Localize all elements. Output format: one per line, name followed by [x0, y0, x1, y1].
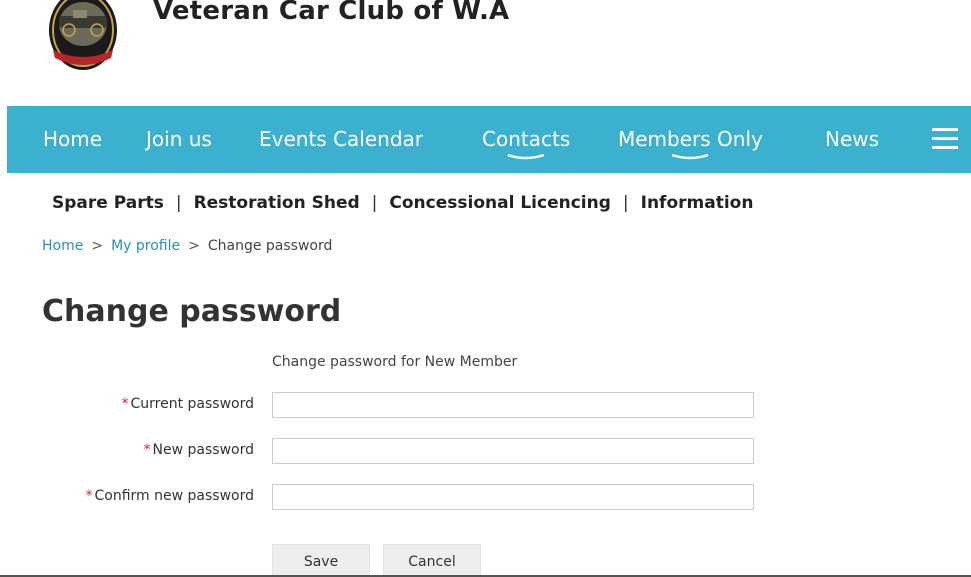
- secondary-navigation: Spare Parts | Restoration Shed | Concessiona…: [52, 193, 753, 213]
- site-title: Veteran Car Club of W.A: [153, 0, 510, 26]
- breadcrumb-separator: >: [91, 238, 104, 254]
- new-password-input[interactable]: [272, 438, 754, 464]
- field-label: Confirm new password: [94, 488, 254, 504]
- confirm-password-label: * Confirm new password: [86, 488, 254, 504]
- form-intro-text: Change password for New Member: [272, 354, 518, 370]
- breadcrumb-current: Change password: [207, 238, 333, 254]
- nav-item-contacts[interactable]: Contacts: [482, 106, 570, 173]
- current-password-input[interactable]: [272, 392, 754, 418]
- cancel-button[interactable]: Cancel: [383, 544, 481, 577]
- subnav-separator: |: [622, 193, 629, 213]
- club-logo[interactable]: [47, 0, 119, 72]
- nav-label: News: [825, 127, 880, 151]
- main-navigation: Home Join us Events Calendar Contacts Me…: [7, 106, 971, 173]
- dropdown-indicator-icon: [507, 153, 545, 160]
- nav-item-events-calendar[interactable]: Events Calendar: [259, 106, 423, 173]
- breadcrumb-my-profile[interactable]: My profile: [111, 238, 180, 254]
- subnav-separator: |: [371, 193, 378, 213]
- confirm-password-row: * Confirm new password: [0, 484, 971, 510]
- nav-item-news[interactable]: News: [825, 106, 879, 173]
- nav-label: Contacts: [482, 127, 571, 151]
- veteran-car-club-logo-icon: [49, 0, 117, 70]
- breadcrumb-separator: >: [188, 238, 200, 254]
- nav-label: Join us: [146, 127, 212, 151]
- new-password-label: * New password: [144, 442, 254, 458]
- nav-label: Home: [43, 127, 103, 151]
- nav-item-members-only[interactable]: Members Only: [618, 106, 763, 173]
- subnav-separator: |: [175, 193, 182, 213]
- hamburger-menu-icon[interactable]: [932, 128, 958, 150]
- nav-label: Members Only: [618, 127, 763, 151]
- new-password-row: * New password: [0, 438, 971, 464]
- subnav-item-restoration-shed[interactable]: Restoration Shed: [194, 193, 360, 213]
- required-marker: *: [143, 442, 151, 458]
- field-label: New password: [152, 442, 254, 458]
- subnav-item-spare-parts[interactable]: Spare Parts: [52, 193, 164, 213]
- subnav-item-information[interactable]: Information: [641, 193, 754, 213]
- current-password-label: * Current password: [122, 396, 255, 412]
- dropdown-indicator-icon: [672, 153, 709, 160]
- nav-item-home[interactable]: Home: [43, 106, 102, 173]
- field-label: Current password: [130, 396, 255, 412]
- required-marker: *: [85, 488, 93, 504]
- save-button[interactable]: Save: [272, 544, 370, 577]
- breadcrumb-home[interactable]: Home: [42, 238, 83, 254]
- breadcrumb: Home > My profile > Change password: [42, 238, 332, 254]
- required-marker: *: [121, 396, 129, 412]
- nav-label: Events Calendar: [259, 127, 424, 151]
- current-password-row: * Current password: [0, 392, 971, 418]
- confirm-password-input[interactable]: [272, 484, 754, 510]
- page-title: Change password: [42, 294, 342, 329]
- subnav-item-concessional-licencing[interactable]: Concessional Licencing: [389, 193, 610, 213]
- nav-item-join-us[interactable]: Join us: [146, 106, 212, 173]
